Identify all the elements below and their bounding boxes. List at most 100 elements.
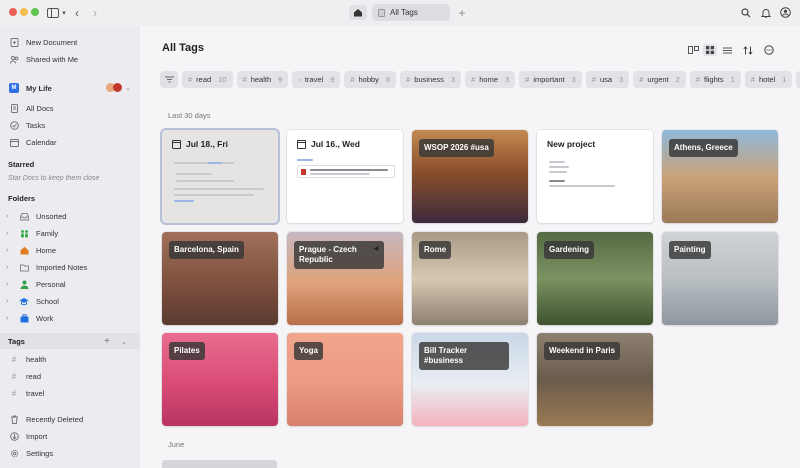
- folder-item-school[interactable]: › School: [6, 294, 59, 308]
- profile-icon[interactable]: [779, 5, 791, 20]
- sidebar-item-label: Family: [36, 228, 59, 238]
- add-tag-icon[interactable]: +: [104, 334, 110, 348]
- tag-chip-count: 3: [619, 75, 624, 84]
- folder-item-imported-notes[interactable]: › Imported Notes: [6, 260, 87, 274]
- folder-icon: [19, 262, 29, 272]
- more-options-icon[interactable]: [762, 44, 776, 56]
- sidebar-menu-chevron-icon[interactable]: ▾: [61, 5, 67, 20]
- chevron-down-icon[interactable]: ⌄: [121, 335, 127, 349]
- home-tab-icon[interactable]: [349, 5, 367, 20]
- tag-chip-hobby[interactable]: # hobby 6: [344, 71, 397, 88]
- minimize-window-button[interactable]: [20, 8, 28, 16]
- chevron-right-icon: ›: [6, 297, 9, 305]
- preview-line: [174, 194, 254, 196]
- hash-icon: #: [639, 75, 644, 84]
- doc-card-yoga[interactable]: Yoga: [287, 333, 403, 426]
- doc-card-painting[interactable]: Painting: [662, 232, 778, 325]
- back-icon[interactable]: ‹: [71, 5, 83, 20]
- chevron-down-icon: ⌄: [125, 84, 131, 92]
- doc-card-jul-18[interactable]: Jul 18., Fri: [162, 130, 278, 223]
- tag-chip-count: 3: [450, 75, 456, 84]
- tab-all-tags[interactable]: All Tags: [372, 4, 450, 21]
- preview-link: [297, 159, 313, 161]
- doc-card-prague[interactable]: Prague - Czech Republic: [287, 232, 403, 325]
- preview-line: [549, 185, 615, 187]
- folder-item-work[interactable]: › Work: [6, 311, 53, 325]
- tag-chip-home[interactable]: # home 3: [465, 71, 516, 88]
- new-tab-icon[interactable]: +: [456, 5, 468, 20]
- doc-card-rome[interactable]: Rome: [412, 232, 528, 325]
- search-icon[interactable]: [740, 5, 752, 20]
- sidebar-settings[interactable]: Settings: [9, 446, 53, 460]
- partial-doc-card[interactable]: [162, 460, 277, 468]
- sidebar-tag-travel[interactable]: # travel: [9, 386, 45, 400]
- home-icon: [19, 245, 29, 255]
- doc-card-barcelona[interactable]: Barcelona, Spain: [162, 232, 278, 325]
- preview-line: [310, 173, 370, 175]
- tag-chip-important[interactable]: # important 3: [519, 71, 582, 88]
- tag-chip-count: 1: [730, 75, 735, 84]
- tag-chip-travel[interactable]: › travel 9: [292, 71, 341, 88]
- close-window-button[interactable]: [9, 8, 17, 16]
- bell-icon[interactable]: [760, 5, 772, 20]
- sidebar-item-tasks[interactable]: Tasks: [9, 118, 45, 132]
- import-icon: [9, 431, 19, 441]
- tag-chip-read[interactable]: # read 10: [182, 71, 233, 88]
- doc-card-athens[interactable]: Athens, Greece: [662, 130, 778, 223]
- folder-item-home[interactable]: › Home: [6, 243, 56, 257]
- tag-chip-usa[interactable]: # usa 3: [585, 71, 630, 88]
- card-title-text: Jul 18., Fri: [186, 139, 229, 149]
- sidebar-recently-deleted[interactable]: Recently Deleted: [9, 412, 83, 426]
- doc-card-weekend-in-paris[interactable]: Weekend in Paris: [537, 333, 653, 426]
- sidebar-new-document[interactable]: New Document: [9, 35, 77, 49]
- sidebar-item-all-docs[interactable]: All Docs: [9, 101, 54, 115]
- folder-item-personal[interactable]: › Personal: [6, 277, 66, 291]
- document-icon: [378, 8, 385, 17]
- preview-line: [176, 180, 234, 182]
- forward-icon[interactable]: ›: [89, 5, 101, 20]
- tag-chip-count: 1: [782, 75, 787, 84]
- doc-card-new-project[interactable]: New project: [537, 130, 653, 223]
- work-icon: [19, 313, 29, 323]
- tag-chip-hotel[interactable]: # hotel 1: [744, 71, 793, 88]
- folder-item-family[interactable]: › Family: [6, 226, 58, 240]
- tag-chip-business[interactable]: # business 3: [400, 71, 462, 88]
- workspace-switcher[interactable]: M My Life: [9, 81, 52, 95]
- sidebar: New Document Shared with Me M My Life ⌄ …: [0, 26, 140, 468]
- tag-chip-urgent[interactable]: # urgent 2: [633, 71, 686, 88]
- tag-chip-health[interactable]: # health 9: [236, 71, 289, 88]
- folder-item-unsorted[interactable]: › Unsorted: [6, 209, 66, 223]
- card-title-label: Bill Tracker #business: [419, 342, 509, 370]
- tag-chip-count: 2: [675, 75, 680, 84]
- doc-card-wsop[interactable]: WSOP 2026 #usa: [412, 130, 528, 223]
- sidebar-tag-health[interactable]: # health: [9, 352, 47, 366]
- doc-card-gardening[interactable]: Gardening: [537, 232, 653, 325]
- chevron-right-icon: ›: [6, 280, 9, 288]
- tag-chip-share[interactable]: #share: [796, 71, 800, 88]
- preview-line: [310, 169, 388, 171]
- workspace-members[interactable]: ⌄: [106, 83, 131, 92]
- chevron-right-icon: ›: [6, 229, 9, 237]
- main-content: All Tags # read 10 # health 9 › travel 9 # hobb…: [140, 26, 800, 468]
- tag-chip-flights[interactable]: # flights 1: [689, 71, 741, 88]
- sidebar-item-calendar[interactable]: Calendar: [9, 135, 56, 149]
- list-view-icon[interactable]: [720, 44, 734, 56]
- board-view-icon[interactable]: [686, 44, 700, 56]
- link-preview-box: [297, 165, 395, 178]
- sidebar-shared-with-me[interactable]: Shared with Me: [9, 52, 78, 66]
- doc-card-pilates[interactable]: Pilates: [162, 333, 278, 426]
- sort-icon[interactable]: [741, 44, 755, 56]
- doc-card-jul-16[interactable]: Jul 16., Wed: [287, 130, 403, 223]
- sidebar-tag-read[interactable]: # read: [9, 369, 41, 383]
- inbox-icon: [19, 211, 29, 221]
- filter-icon[interactable]: [160, 71, 178, 88]
- preview-link: [208, 162, 222, 164]
- workspace-name: My Life: [26, 83, 52, 93]
- doc-card-bill-tracker[interactable]: Bill Tracker #business: [412, 333, 528, 426]
- sidebar-import[interactable]: Import: [9, 429, 47, 443]
- grid-view-icon[interactable]: [703, 44, 717, 56]
- card-title-label: Painting: [669, 241, 711, 259]
- sidebar-toggle-icon[interactable]: [46, 5, 60, 20]
- zoom-window-button[interactable]: [31, 8, 39, 16]
- folders-heading: Folders: [8, 194, 36, 203]
